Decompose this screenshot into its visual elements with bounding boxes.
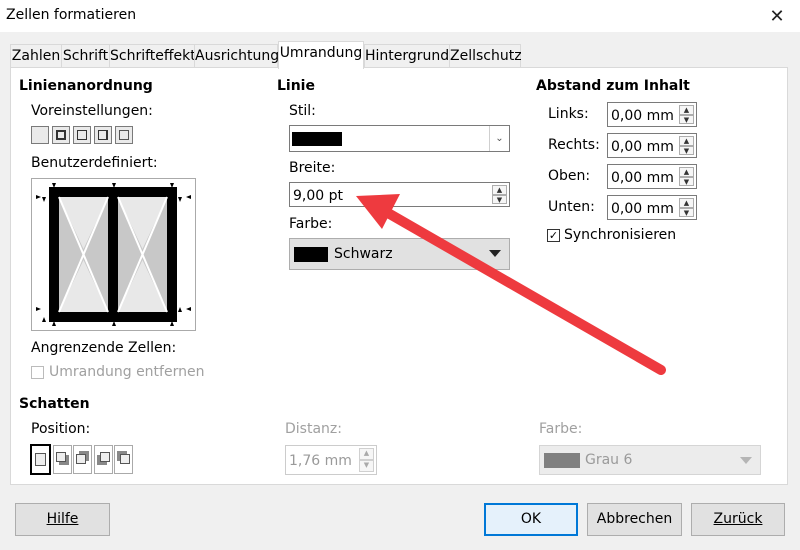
color-label: Farbe: (289, 216, 333, 232)
line-color-dropdown[interactable]: Schwarz (289, 238, 510, 270)
padding-bottom-value[interactable]: 0,00 mm (611, 201, 674, 217)
reset-button[interactable]: Zurück (691, 503, 785, 536)
sync-label: Synchronisieren (564, 227, 677, 243)
cancel-button[interactable]: Abbrechen (587, 503, 682, 536)
line-heading: Linie (277, 78, 315, 94)
close-icon[interactable]: ✕ (754, 0, 800, 32)
tab-ausrichtung[interactable]: Ausrichtung (194, 44, 279, 68)
help-button[interactable]: Hilfe (15, 503, 110, 536)
padding-top-value[interactable]: 0,00 mm (611, 170, 674, 186)
border-preview[interactable] (31, 178, 196, 331)
checkmark-icon: ✓ (548, 229, 559, 242)
shadow-bottom-right-icon[interactable] (53, 445, 72, 474)
spin-up-icon[interactable]: ▲ (359, 448, 374, 460)
shadow-distance-value[interactable]: 1,76 mm (289, 453, 352, 469)
line-style-sample (292, 132, 342, 146)
shadow-color-value: Grau 6 (585, 452, 633, 468)
padding-right-label: Rechts: (548, 137, 600, 153)
sync-checkbox[interactable]: ✓ (547, 229, 560, 242)
shadow-heading: Schatten (19, 396, 90, 412)
spin-up-icon[interactable]: ▲ (679, 105, 694, 115)
ok-button[interactable]: OK (484, 503, 578, 536)
shadow-distance-spin-buttons[interactable]: ▲ ▼ (359, 448, 374, 472)
spin-down-icon[interactable]: ▼ (492, 194, 507, 204)
remove-border-label: Umrandung entfernen (49, 364, 205, 380)
preset-outer-all-inner-icon[interactable] (94, 126, 112, 144)
spin-down-icon[interactable]: ▼ (679, 145, 694, 155)
tab-schrift[interactable]: Schrift (61, 44, 110, 68)
padding-bottom-label: Unten: (548, 199, 595, 215)
dropdown-triangle-icon[interactable] (740, 457, 752, 464)
shadow-top-left-icon[interactable] (114, 445, 133, 474)
shadow-position-label: Position: (31, 421, 91, 437)
spin-down-icon[interactable]: ▼ (679, 176, 694, 186)
spin-down-icon[interactable]: ▼ (679, 207, 694, 217)
spin-up-icon[interactable]: ▲ (679, 136, 694, 146)
window-title: Zellen formatieren (6, 7, 137, 23)
preset-outer-no-inner-icon[interactable] (115, 126, 133, 144)
remove-border-checkbox[interactable] (31, 366, 44, 379)
padding-left-spinbox[interactable]: 0,00 mm ▲ ▼ (607, 102, 697, 127)
tab-zahlen[interactable]: Zahlen (10, 44, 62, 68)
title-bar: Zellen formatieren ✕ (0, 0, 800, 32)
line-arrangement-heading: Linienanordnung (19, 78, 153, 94)
padding-left-label: Links: (548, 106, 589, 122)
spin-up-icon[interactable]: ▲ (679, 198, 694, 208)
padding-top-spinbox[interactable]: 0,00 mm ▲ ▼ (607, 164, 697, 189)
tab-hintergrund[interactable]: Hintergrund (364, 44, 450, 68)
shadow-top-right-icon[interactable] (73, 445, 92, 474)
shadow-distance-label: Distanz: (285, 421, 342, 437)
spin-up-icon[interactable]: ▲ (679, 167, 694, 177)
shadow-distance-spinbox[interactable]: 1,76 mm ▲ ▼ (285, 445, 377, 475)
chevron-down-icon[interactable]: ⌄ (489, 126, 509, 151)
shadow-color-dropdown[interactable]: Grau 6 (539, 445, 761, 475)
spin-up-icon[interactable]: ▲ (492, 185, 507, 195)
custom-label: Benutzerdefiniert: (31, 155, 158, 171)
style-dropdown[interactable]: ⌄ (289, 125, 510, 152)
line-color-value: Schwarz (334, 246, 393, 262)
padding-right-spinbox[interactable]: 0,00 mm ▲ ▼ (607, 133, 697, 158)
tab-umrandung[interactable]: Umrandung (278, 41, 364, 69)
spin-down-icon[interactable]: ▼ (359, 460, 374, 472)
padding-bottom-spinbox[interactable]: 0,00 mm ▲ ▼ (607, 195, 697, 220)
width-label: Breite: (289, 160, 336, 176)
spin-down-icon[interactable]: ▼ (679, 114, 694, 124)
tab-schrifteffekt[interactable]: Schrifteffekt (109, 44, 196, 68)
padding-left-value[interactable]: 0,00 mm (611, 108, 674, 124)
preset-none-icon[interactable] (31, 126, 49, 144)
preset-outer-horizontal-icon[interactable] (73, 126, 91, 144)
padding-top-label: Oben: (548, 168, 591, 184)
border-preview-drawing (36, 183, 191, 326)
padding-top-spin-buttons[interactable]: ▲ ▼ (679, 167, 694, 186)
width-spinbox[interactable]: 9,00 pt ▲ ▼ (289, 182, 510, 207)
style-label: Stil: (289, 103, 316, 119)
width-spin-buttons[interactable]: ▲ ▼ (492, 185, 507, 204)
padding-bottom-spin-buttons[interactable]: ▲ ▼ (679, 198, 694, 217)
padding-right-value[interactable]: 0,00 mm (611, 139, 674, 155)
shadow-none-icon[interactable] (30, 444, 51, 475)
dropdown-triangle-icon[interactable] (489, 250, 501, 257)
shadow-bottom-left-icon[interactable] (94, 445, 113, 474)
padding-left-spin-buttons[interactable]: ▲ ▼ (679, 105, 694, 124)
tab-zellschutz[interactable]: Zellschutz (449, 44, 522, 68)
presets-label: Voreinstellungen: (31, 103, 153, 119)
adjacent-cells-label: Angrenzende Zellen: (31, 340, 177, 356)
padding-right-spin-buttons[interactable]: ▲ ▼ (679, 136, 694, 155)
shadow-color-swatch (544, 453, 580, 468)
reset-button-label: Zurück (713, 511, 763, 527)
help-button-label: Hilfe (46, 511, 79, 527)
width-value[interactable]: 9,00 pt (293, 188, 343, 204)
color-swatch (294, 247, 328, 262)
preset-outer-icon[interactable] (52, 126, 70, 144)
shadow-color-label: Farbe: (539, 421, 583, 437)
tab-panel-umrandung: Linienanordnung Voreinstellungen: Benutz… (10, 67, 788, 485)
padding-heading: Abstand zum Inhalt (536, 78, 690, 94)
